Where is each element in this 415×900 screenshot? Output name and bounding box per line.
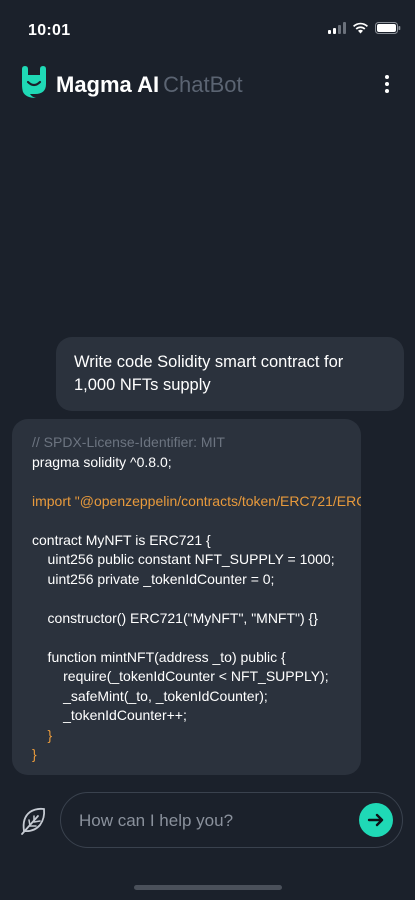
code-line: uint256 public constant NFT_SUPPLY = 100… — [32, 551, 335, 567]
arrow-right-icon — [367, 813, 384, 827]
message-composer — [0, 790, 415, 850]
user-message-bubble: Write code Solidity smart contract for 1… — [56, 337, 404, 411]
brand-name: Magma AI — [56, 72, 160, 97]
leaf-icon[interactable] — [16, 804, 50, 838]
code-line: } — [32, 726, 53, 743]
magma-logo-icon — [22, 66, 46, 98]
code-block: // SPDX-License-Identifier: MIT pragma s… — [32, 433, 361, 765]
status-time: 10:01 — [28, 22, 71, 39]
send-button[interactable] — [359, 803, 393, 837]
brand-suffix: ChatBot — [163, 72, 243, 97]
code-line: require(_tokenIdCounter < NFT_SUPPLY); — [32, 668, 329, 684]
code-line: pragma solidity ^0.8.0; — [32, 453, 172, 470]
message-input[interactable] — [77, 805, 351, 837]
more-vertical-icon — [385, 75, 389, 79]
code-line: function mintNFT(address _to) public { — [32, 648, 286, 665]
code-line: import "@openzeppelin/contracts/token/ER… — [32, 492, 361, 509]
signal-icon — [328, 22, 346, 34]
code-line: } — [32, 746, 37, 762]
more-menu-button[interactable] — [379, 70, 395, 98]
wifi-icon — [353, 22, 368, 34]
code-line: contract MyNFT is ERC721 { — [32, 531, 211, 548]
assistant-code-bubble: // SPDX-License-Identifier: MIT pragma s… — [12, 419, 361, 775]
status-bar: 10:01 — [0, 0, 415, 58]
app-header: Magma AI ChatBot — [0, 60, 415, 108]
message-input-container[interactable] — [60, 792, 403, 848]
home-indicator — [134, 885, 282, 890]
code-line: // SPDX-License-Identifier: MIT — [32, 434, 225, 450]
code-line: constructor() ERC721("MyNFT", "MNFT") {} — [32, 609, 318, 626]
code-line: _safeMint(_to, _tokenIdCounter); — [32, 687, 268, 704]
battery-icon — [375, 22, 401, 34]
app-title: Magma AI ChatBot — [56, 72, 243, 98]
code-line: _tokenIdCounter++; — [32, 707, 187, 723]
code-line: uint256 private _tokenIdCounter = 0; — [32, 570, 275, 587]
